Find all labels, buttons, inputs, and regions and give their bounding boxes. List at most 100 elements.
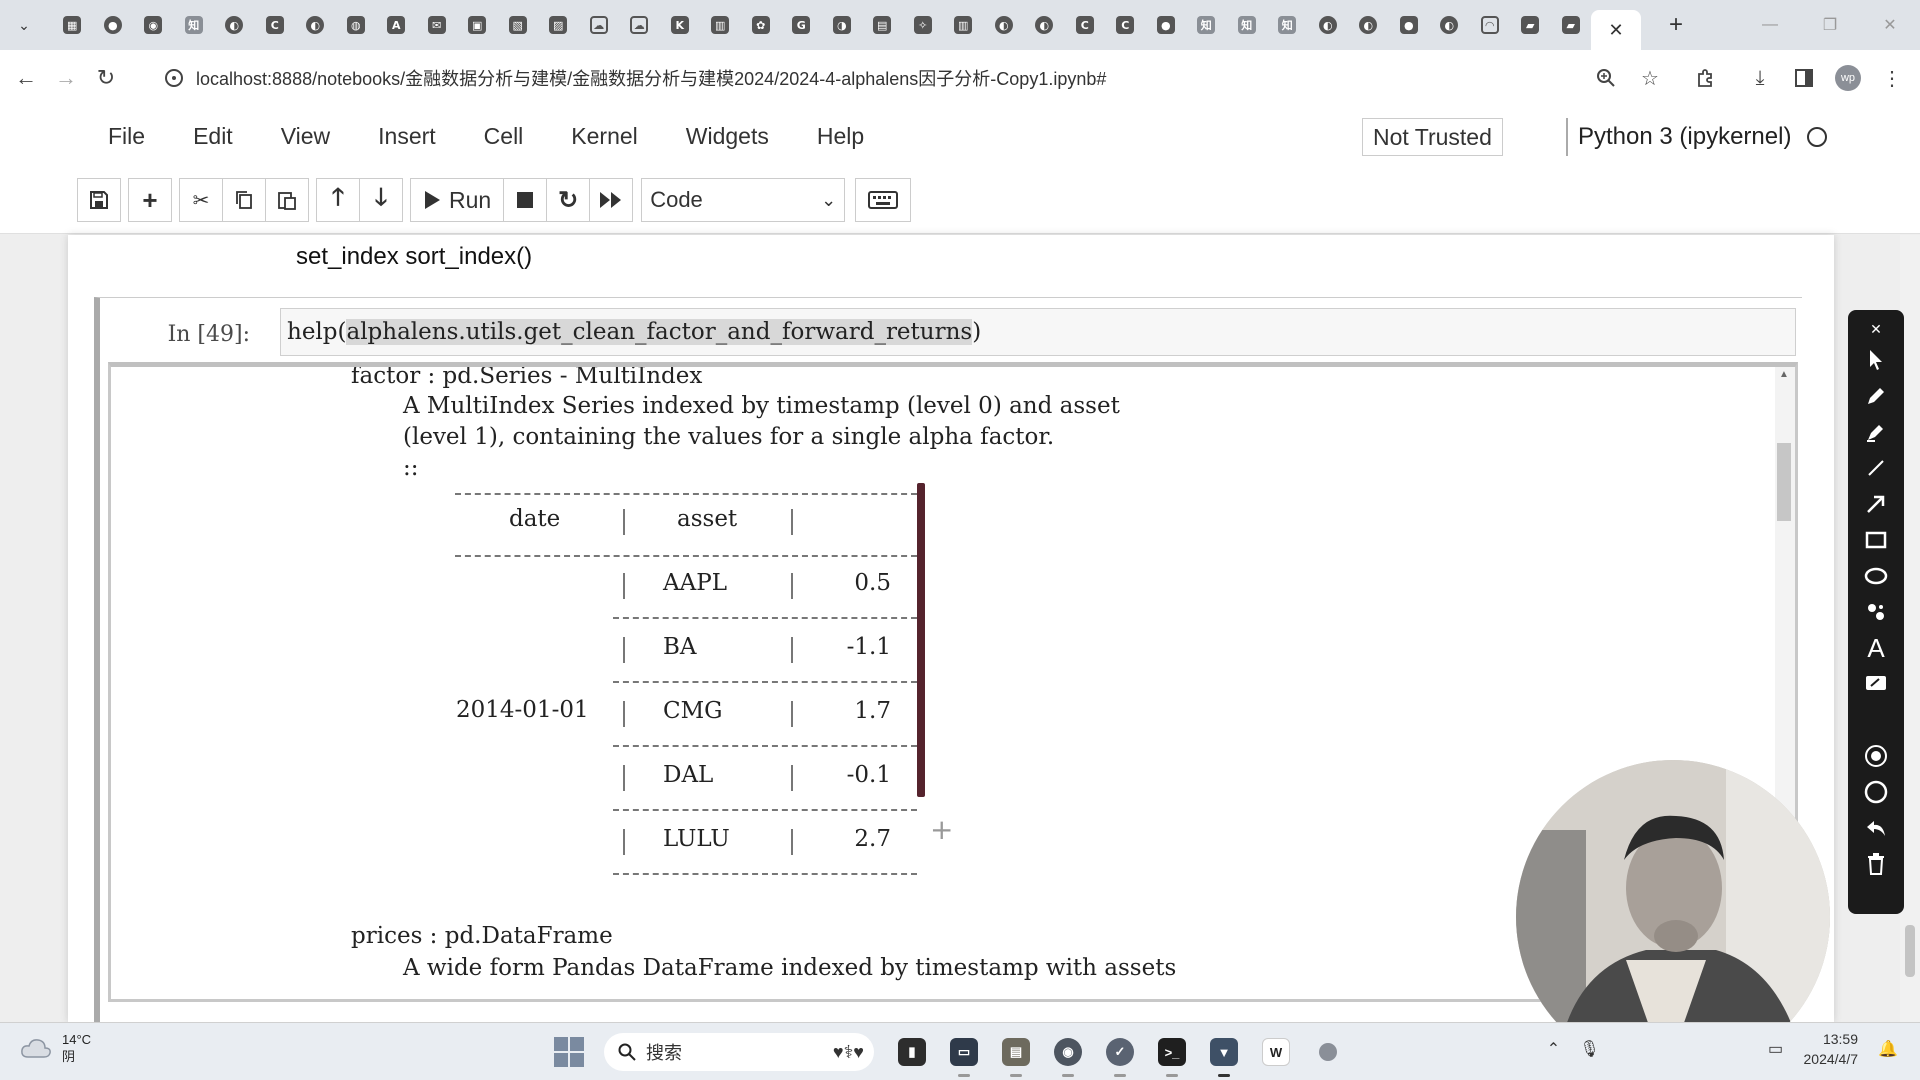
chevron-up-icon[interactable]: ⌃: [1536, 1039, 1572, 1059]
browser-tab[interactable]: ◐: [984, 8, 1025, 42]
browser-tab[interactable]: ◉: [133, 8, 174, 42]
close-window-button[interactable]: ✕: [1860, 0, 1920, 50]
taskbar-app-recorder[interactable]: [1302, 1031, 1354, 1073]
zoom-icon[interactable]: [1584, 56, 1628, 100]
record-icon[interactable]: [1856, 738, 1896, 774]
new-tab-button[interactable]: +: [1661, 11, 1691, 39]
circle-icon[interactable]: [1856, 774, 1896, 810]
line-icon[interactable]: [1856, 450, 1896, 486]
kernel-indicator[interactable]: Python 3 (ipykernel): [1566, 118, 1828, 156]
close-icon[interactable]: ✕: [1856, 316, 1896, 342]
browser-tab[interactable]: K: [660, 8, 701, 42]
url-text[interactable]: localhost:8888/notebooks/金融数据分析与建模/金融数据分…: [196, 65, 1106, 91]
notification-icon[interactable]: 🔔: [1870, 1039, 1906, 1059]
sidebar-icon[interactable]: [1782, 56, 1826, 100]
cell-type-select[interactable]: Code ⌄: [641, 178, 846, 222]
browser-tab[interactable]: ▥: [943, 8, 984, 42]
site-info-icon[interactable]: [164, 68, 184, 88]
pointer-icon[interactable]: [1856, 342, 1896, 378]
browser-tab[interactable]: 知: [1227, 8, 1268, 42]
browser-tab[interactable]: ▤: [862, 8, 903, 42]
interrupt-button[interactable]: [503, 178, 548, 222]
browser-tab[interactable]: ●: [93, 8, 134, 42]
browser-tab[interactable]: ▰: [1510, 8, 1551, 42]
browser-tab[interactable]: ▣: [457, 8, 498, 42]
move-up-button[interactable]: 🡑: [316, 178, 360, 222]
taskbar-app-console[interactable]: >_: [1146, 1031, 1198, 1077]
browser-tab[interactable]: ◐: [1348, 8, 1389, 42]
omnibox[interactable]: localhost:8888/notebooks/金融数据分析与建模/金融数据分…: [150, 58, 1650, 98]
browser-tab[interactable]: ◐: [295, 8, 336, 42]
close-tab-icon[interactable]: ✕: [1608, 20, 1623, 41]
browser-tab[interactable]: ◠: [1470, 8, 1511, 42]
maximize-button[interactable]: ❐: [1800, 0, 1860, 50]
browser-tab[interactable]: ◐: [214, 8, 255, 42]
browser-tab[interactable]: ▧: [498, 8, 539, 42]
back-button[interactable]: ←: [6, 58, 46, 98]
trash-icon[interactable]: [1856, 846, 1896, 882]
taskbar-app-wps[interactable]: W: [1250, 1031, 1302, 1073]
browser-tab[interactable]: 知: [174, 8, 215, 42]
browser-tab[interactable]: ✉: [417, 8, 458, 42]
pen-icon[interactable]: [1856, 378, 1896, 414]
output-scroll-thumb[interactable]: [1777, 443, 1791, 521]
arrow-icon[interactable]: [1856, 486, 1896, 522]
browser-tab[interactable]: C: [1065, 8, 1106, 42]
browser-tab[interactable]: C: [1105, 8, 1146, 42]
highlighter-icon[interactable]: [1856, 414, 1896, 450]
taskbar-search[interactable]: 搜索 ♥⚕♥: [604, 1033, 874, 1071]
minimize-button[interactable]: —: [1740, 0, 1800, 50]
browser-tab[interactable]: ☁: [619, 8, 660, 42]
eraser-icon[interactable]: [1856, 666, 1896, 702]
text-tool-icon[interactable]: A: [1856, 630, 1896, 666]
undo-icon[interactable]: [1856, 810, 1896, 846]
browser-tab[interactable]: ●: [1146, 8, 1187, 42]
menu-edit[interactable]: Edit: [169, 120, 257, 152]
menu-view[interactable]: View: [257, 120, 354, 152]
command-palette-button[interactable]: [855, 178, 912, 222]
browser-tab[interactable]: ●: [1389, 8, 1430, 42]
browser-tab[interactable]: G: [781, 8, 822, 42]
browser-tab[interactable]: ◑: [822, 8, 863, 42]
start-button[interactable]: [554, 1037, 584, 1067]
browser-tab[interactable]: ▰: [1551, 8, 1592, 42]
move-down-button[interactable]: 🡓: [359, 178, 403, 222]
browser-tab[interactable]: 知: [1267, 8, 1308, 42]
page-scroll-thumb[interactable]: [1905, 925, 1915, 977]
taskbar-app-pen-tool[interactable]: ▼: [1198, 1031, 1250, 1077]
bookmark-star-icon[interactable]: ☆: [1628, 56, 1672, 100]
taskbar-app-checkmark[interactable]: ✓: [1094, 1031, 1146, 1077]
code-input[interactable]: help(alphalens.utils.get_clean_factor_an…: [280, 308, 1796, 356]
run-button[interactable]: Run: [410, 178, 505, 222]
menu-insert[interactable]: Insert: [354, 120, 460, 152]
scroll-up-icon[interactable]: ▲: [1779, 369, 1789, 380]
menu-cell[interactable]: Cell: [460, 120, 548, 152]
browser-tab[interactable]: ▥: [700, 8, 741, 42]
browser-tab[interactable]: 知: [1186, 8, 1227, 42]
paste-button[interactable]: [265, 178, 309, 222]
profile-avatar[interactable]: wp: [1826, 56, 1870, 100]
rectangle-icon[interactable]: [1856, 522, 1896, 558]
trust-indicator[interactable]: Not Trusted: [1362, 118, 1503, 156]
browser-menu-icon[interactable]: ⋮: [1870, 56, 1914, 100]
taskbar-app-file-explorer[interactable]: ▤: [990, 1031, 1042, 1077]
restart-run-all-button[interactable]: [589, 178, 634, 222]
cut-button[interactable]: ✂: [179, 178, 223, 222]
battery-icon[interactable]: ▭: [1758, 1039, 1794, 1059]
save-button[interactable]: [77, 178, 121, 222]
stamp-icon[interactable]: [1856, 594, 1896, 630]
taskbar-app-task-view[interactable]: ▮: [886, 1031, 938, 1073]
reload-button[interactable]: ↻: [86, 58, 126, 98]
browser-tab[interactable]: ✿: [741, 8, 782, 42]
browser-tab[interactable]: ▦: [52, 8, 93, 42]
browser-tab[interactable]: ◐: [1308, 8, 1349, 42]
copy-button[interactable]: [222, 178, 266, 222]
downloads-icon[interactable]: ⤓: [1738, 56, 1782, 100]
menu-file[interactable]: File: [80, 120, 169, 152]
active-tab[interactable]: ✕: [1591, 10, 1641, 50]
browser-tab[interactable]: ◐: [1024, 8, 1065, 42]
weather-widget[interactable]: 14°C 阴: [20, 1031, 91, 1065]
ellipse-icon[interactable]: [1856, 558, 1896, 594]
restart-button[interactable]: ↻: [546, 178, 591, 222]
markdown-cell-text[interactable]: set_index sort_index(): [296, 243, 532, 271]
